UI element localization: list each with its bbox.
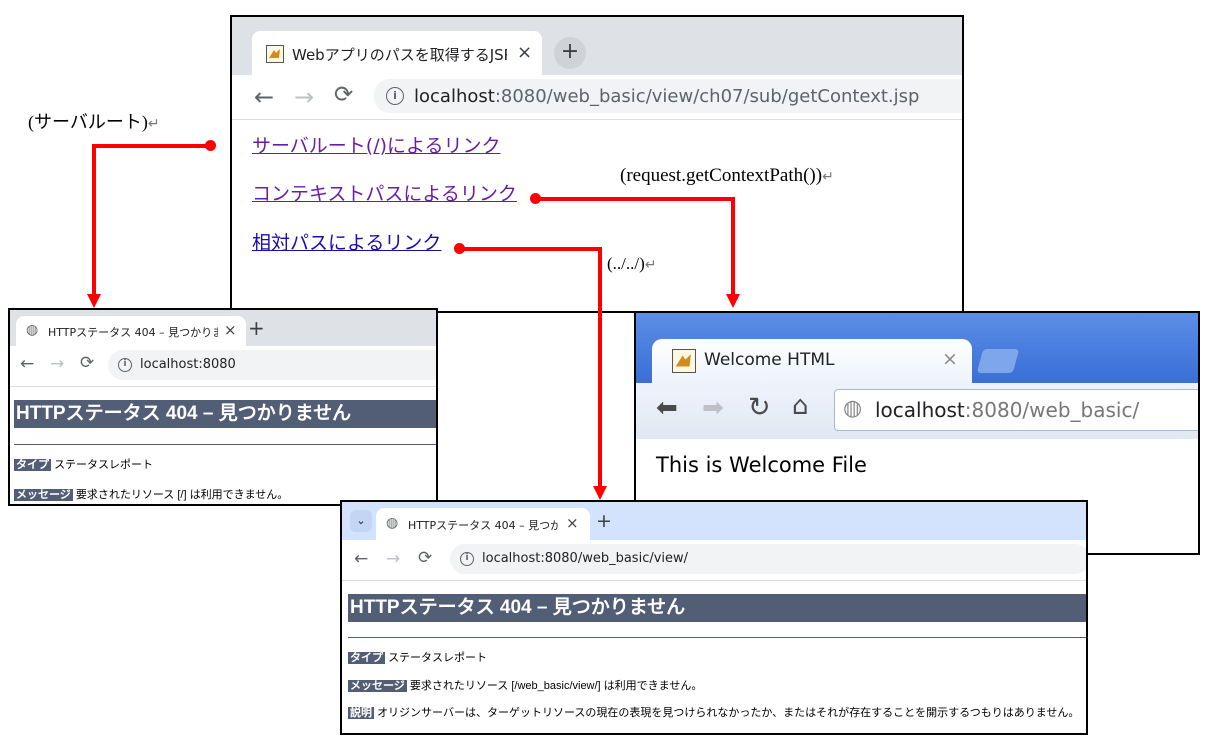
tomcat-favicon-icon	[672, 349, 696, 373]
back-icon[interactable]: ⬅	[656, 393, 678, 423]
arrow-line	[598, 247, 602, 487]
close-tab-icon[interactable]: ×	[224, 321, 237, 339]
tab-title: Welcome HTML	[704, 350, 835, 370]
type-label: タイプ	[348, 652, 385, 664]
forward-icon[interactable]: ➡	[702, 393, 724, 423]
message-label: メッセージ	[348, 680, 407, 692]
url-host: localhost	[482, 551, 541, 566]
arrow-line	[92, 144, 210, 148]
url-host: localhost	[875, 398, 965, 422]
tab-root-404[interactable]: ◍ HTTPステータス 404 – 見つかりません ×	[16, 316, 246, 346]
context-path-note: (request.getContextPath())↵	[620, 165, 834, 186]
message-value: 要求されたリソース [/web_basic/view/] は利用できません。	[409, 680, 703, 692]
page-text: This is Welcome File	[656, 453, 867, 477]
arrow-head	[593, 486, 607, 500]
tab-title: HTTPステータス 404 – 見つかりませ	[408, 519, 558, 532]
new-tab-button[interactable]: +	[596, 510, 612, 532]
info-icon: i	[386, 87, 404, 105]
back-icon[interactable]: ←	[20, 354, 34, 374]
url-path: :8080	[198, 357, 236, 372]
url-path: :8080/web_basic/view/	[540, 551, 689, 566]
error-heading: HTTPステータス 404 – 見つかりません	[348, 594, 1086, 622]
root-404-window: ◍ HTTPステータス 404 – 見つかりません × + ← → ⟳ i lo…	[8, 308, 438, 506]
server-root-link[interactable]: サーバルート(/)によるリンク	[252, 131, 500, 158]
address-bar[interactable]: i localhost:8080/web_basic/view/	[450, 544, 1086, 574]
new-tab-button[interactable]	[976, 349, 1020, 373]
context-path-link[interactable]: コンテキストパスによるリンク	[252, 179, 517, 206]
tab-title: HTTPステータス 404 – 見つかりません	[48, 326, 218, 339]
view-404-window: ⌄ ◍ HTTPステータス 404 – 見つかりませ × + ← → ⟳ i l…	[340, 500, 1088, 735]
message-value: 要求されたリソース [/] は利用できません。	[75, 489, 289, 501]
relative-note: (../../)↵	[607, 254, 657, 273]
tab-view-404[interactable]: ◍ HTTPステータス 404 – 見つかりませ ×	[376, 508, 590, 540]
home-icon[interactable]: ⌂	[792, 391, 809, 421]
error-heading: HTTPステータス 404 – 見つかりません	[14, 400, 436, 428]
close-tab-icon[interactable]: ×	[566, 514, 579, 532]
close-tab-icon[interactable]: ×	[942, 348, 958, 370]
forward-icon[interactable]: →	[294, 83, 314, 111]
arrow-head	[726, 294, 740, 308]
url-host: localhost	[140, 357, 199, 372]
url-host: localhost	[414, 86, 495, 107]
type-value: ステータスレポート	[388, 652, 488, 664]
arrow-line	[459, 247, 602, 251]
forward-icon[interactable]: →	[50, 354, 64, 374]
back-icon[interactable]: ←	[254, 83, 274, 111]
tab-welcome[interactable]: Welcome HTML ×	[652, 339, 972, 383]
new-tab-button[interactable]: +	[248, 316, 265, 340]
tab-main[interactable]: Webアプリのパスを取得するJSP ×	[252, 31, 542, 75]
info-icon: i	[118, 358, 132, 372]
reload-icon[interactable]: ⟳	[418, 548, 432, 568]
arrow-line	[535, 197, 735, 201]
relative-path-link[interactable]: 相対パスによるリンク	[252, 228, 441, 255]
back-icon[interactable]: ←	[354, 549, 368, 569]
globe-icon: ◍	[26, 322, 39, 338]
arrow-line	[731, 197, 735, 296]
address-bar[interactable]: i localhost:8080/web_basic/view/ch07/sub…	[374, 79, 962, 113]
reload-icon[interactable]: ↻	[748, 392, 771, 423]
type-label: タイプ	[14, 459, 51, 471]
tomcat-favicon-icon	[266, 45, 284, 63]
close-tab-icon[interactable]: ×	[517, 42, 532, 63]
forward-icon[interactable]: →	[386, 549, 400, 569]
reload-icon[interactable]: ⟳	[80, 353, 94, 373]
server-root-note: (サーバルート)↵	[28, 112, 160, 132]
globe-icon: ◍	[386, 515, 399, 531]
globe-icon: ◍	[843, 396, 863, 421]
type-value: ステータスレポート	[54, 459, 154, 471]
info-icon: i	[460, 552, 474, 566]
new-tab-button[interactable]: +	[554, 37, 586, 69]
url-path: :8080/web_basic/	[964, 398, 1140, 422]
description-label: 説明	[348, 707, 374, 719]
address-bar[interactable]: ◍ localhost:8080/web_basic/	[834, 389, 1198, 431]
reload-icon[interactable]: ⟳	[334, 82, 353, 108]
tab-search-button[interactable]: ⌄	[350, 510, 372, 532]
arrow-line	[92, 144, 96, 296]
tab-title: Webアプリのパスを取得するJSP	[292, 46, 507, 64]
address-bar[interactable]: i localhost:8080	[108, 350, 436, 380]
message-label: メッセージ	[14, 489, 73, 501]
main-browser-window: Webアプリのパスを取得するJSP × + ← → ⟳ i localhost:…	[230, 15, 964, 313]
arrow-head	[87, 294, 101, 308]
description-value: オリジンサーバーは、ターゲットリソースの現在の表現を見つけられなかったか、または…	[377, 707, 1080, 719]
url-path: :8080/web_basic/view/ch07/sub/getContext…	[494, 86, 920, 107]
